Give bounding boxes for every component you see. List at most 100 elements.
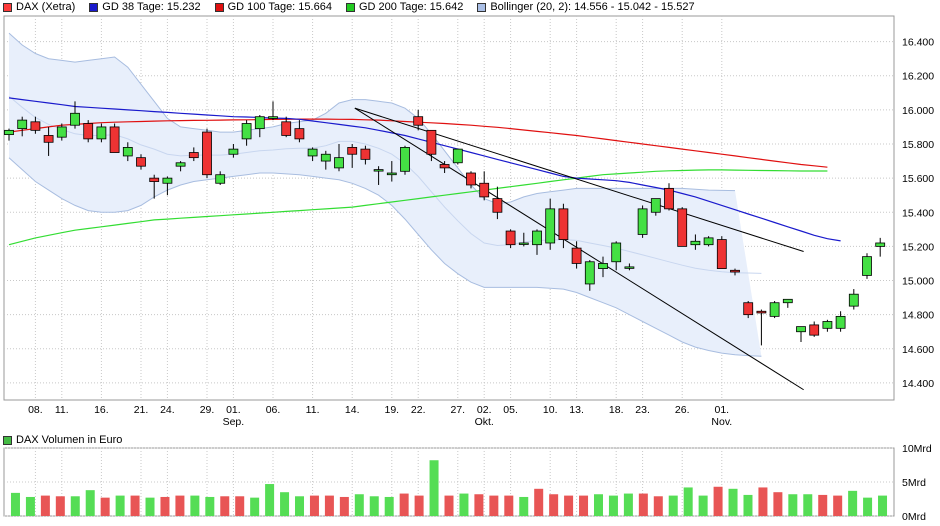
x-tick-label: 22. bbox=[411, 404, 426, 416]
volume-bar bbox=[324, 495, 334, 516]
volume-bar bbox=[265, 484, 275, 516]
legend-gd38-swatch bbox=[89, 2, 99, 12]
candle-body bbox=[862, 256, 872, 276]
candle-body bbox=[294, 128, 305, 140]
volume-bar bbox=[638, 493, 648, 516]
candle-body bbox=[96, 126, 107, 140]
candle-body bbox=[281, 121, 292, 136]
x-tick-label: 01. bbox=[714, 404, 729, 416]
legend-volume-label: DAX Volumen in Euro bbox=[16, 434, 123, 446]
candle-body bbox=[835, 315, 846, 329]
candle-body bbox=[439, 164, 450, 169]
candle-body bbox=[56, 126, 67, 138]
legend-gd100-label: GD 100 Tage: 15.664 bbox=[227, 1, 332, 13]
legend-gd100: GD 100 Tage: 15.664 bbox=[214, 1, 332, 13]
candle-body bbox=[664, 187, 674, 210]
candle-body bbox=[545, 208, 556, 244]
x-tick-label: 13. bbox=[569, 404, 584, 416]
month-label: Sep. bbox=[223, 416, 245, 428]
candle-body bbox=[743, 302, 754, 316]
candle-body bbox=[782, 298, 793, 304]
volume-bar bbox=[354, 494, 364, 516]
volume-bar bbox=[190, 495, 200, 516]
candle-body bbox=[373, 169, 384, 172]
x-tick-label: 29. bbox=[200, 404, 215, 416]
x-tick-label: 14. bbox=[345, 404, 360, 416]
volume-bar bbox=[55, 496, 65, 516]
volume-bar bbox=[399, 493, 409, 516]
candle-body bbox=[452, 148, 463, 164]
legend-gd200-swatch bbox=[345, 2, 355, 12]
candle-body bbox=[347, 147, 358, 155]
candle bbox=[637, 205, 648, 238]
y-tick-label: 15.600 bbox=[902, 173, 934, 185]
dax-chart: 14.400 14.600 14.800 15.000 15.200 15.400 15.6… bbox=[3, 15, 934, 523]
volume-bar bbox=[130, 495, 140, 516]
candle-body bbox=[822, 321, 833, 329]
legend-gd200: GD 200 Tage: 15.642 bbox=[345, 1, 464, 13]
month-label: Nov. bbox=[711, 416, 732, 428]
volume-bar bbox=[235, 496, 245, 516]
candle-body bbox=[149, 177, 160, 182]
legend-gd38: GD 38 Tage: 15.232 bbox=[89, 1, 201, 13]
volume-bar bbox=[848, 490, 858, 516]
y-tick-label: 14.400 bbox=[902, 378, 934, 390]
volume-bar bbox=[683, 487, 693, 516]
volume-bar bbox=[100, 497, 110, 516]
candle-body bbox=[690, 240, 701, 246]
candle bbox=[677, 207, 688, 247]
volume-bar bbox=[40, 495, 50, 516]
candle-body bbox=[360, 148, 371, 160]
y-tick-label: 15.400 bbox=[902, 207, 934, 219]
price-legend: DAX (Xetra) GD 38 Tage: 15.232 GD 100 Ta… bbox=[3, 0, 709, 14]
volume-bar bbox=[818, 494, 828, 516]
candle-body bbox=[241, 123, 252, 140]
candle-body bbox=[70, 112, 80, 126]
candle-body bbox=[334, 157, 344, 169]
candle-body bbox=[307, 148, 318, 157]
candle-body bbox=[716, 239, 727, 269]
candle-body bbox=[109, 126, 120, 153]
candle bbox=[703, 236, 714, 247]
legend-bollinger-swatch bbox=[477, 2, 487, 12]
candle-body bbox=[875, 242, 886, 247]
candle-body bbox=[571, 247, 582, 264]
legend-bollinger: Bollinger (20, 2): 14.556 - 15.042 - 15.… bbox=[477, 1, 695, 13]
candle-body bbox=[413, 116, 424, 126]
candle-body bbox=[532, 230, 542, 246]
volume-bar bbox=[205, 496, 215, 516]
volume-bar bbox=[459, 493, 469, 516]
legend-gd200-label: GD 200 Tage: 15.642 bbox=[358, 1, 464, 13]
candle-body bbox=[756, 310, 767, 314]
candle-body bbox=[400, 147, 410, 172]
volume-bar bbox=[728, 488, 738, 516]
candle-body bbox=[518, 242, 529, 245]
volume-bar bbox=[803, 494, 813, 516]
volume-bar bbox=[878, 495, 888, 516]
y-tick-label: 16.400 bbox=[902, 37, 934, 49]
candle-body bbox=[83, 123, 94, 140]
candle-body bbox=[320, 153, 331, 162]
x-tick-label: 11. bbox=[55, 404, 69, 416]
candle-body bbox=[650, 198, 661, 213]
x-tick-label: 16. bbox=[94, 404, 109, 416]
volume-bar bbox=[115, 495, 125, 516]
x-tick-label: 11. bbox=[306, 404, 320, 416]
candle-body bbox=[796, 326, 806, 333]
volume-bar bbox=[608, 495, 618, 516]
x-tick-label: 26. bbox=[675, 404, 690, 416]
volume-bar bbox=[280, 492, 290, 516]
volume-bar bbox=[369, 496, 379, 516]
x-tick-label: 24. bbox=[160, 404, 175, 416]
candle bbox=[400, 145, 410, 175]
candle-body bbox=[43, 135, 54, 143]
x-tick-label: 23. bbox=[635, 404, 650, 416]
candle-body bbox=[30, 121, 41, 131]
volume-bar bbox=[698, 495, 708, 516]
volume-bar bbox=[474, 494, 484, 516]
volume-bar bbox=[250, 497, 260, 516]
candle bbox=[452, 148, 463, 165]
x-tick-label: 10. bbox=[543, 404, 558, 416]
legend-gd38-label: GD 38 Tage: 15.232 bbox=[102, 1, 201, 13]
volume-bar bbox=[444, 495, 454, 516]
